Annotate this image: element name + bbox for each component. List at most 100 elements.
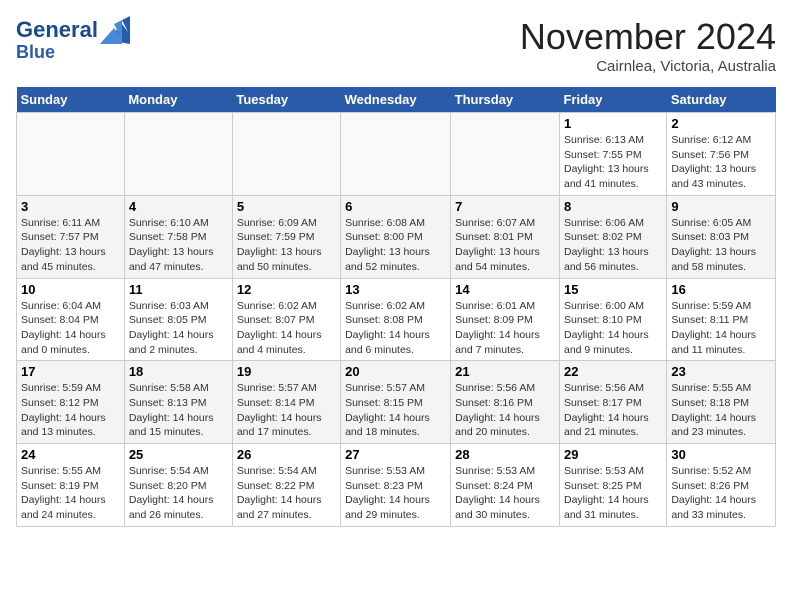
calendar-cell: 16 Sunrise: 5:59 AM Sunset: 8:11 PM Dayli… [667, 278, 776, 361]
title-block: November 2024 Cairnlea, Victoria, Austra… [520, 16, 776, 75]
day-info: Sunrise: 6:03 AM Sunset: 8:05 PM Dayligh… [129, 299, 228, 358]
calendar-cell [232, 113, 340, 196]
weekday-header-friday: Friday [559, 87, 666, 113]
day-info: Sunrise: 5:59 AM Sunset: 8:12 PM Dayligh… [21, 381, 120, 440]
day-number: 17 [21, 364, 120, 379]
location: Cairnlea, Victoria, Australia [520, 58, 776, 75]
weekday-header-wednesday: Wednesday [341, 87, 451, 113]
calendar-cell: 9 Sunrise: 6:05 AM Sunset: 8:03 PM Daylig… [667, 195, 776, 278]
day-info: Sunrise: 5:57 AM Sunset: 8:14 PM Dayligh… [237, 381, 336, 440]
day-number: 30 [671, 447, 771, 462]
day-info: Sunrise: 6:13 AM Sunset: 7:55 PM Dayligh… [564, 133, 662, 192]
day-number: 16 [671, 282, 771, 297]
day-number: 7 [455, 199, 555, 214]
day-info: Sunrise: 5:56 AM Sunset: 8:16 PM Dayligh… [455, 381, 555, 440]
day-info: Sunrise: 5:53 AM Sunset: 8:25 PM Dayligh… [564, 464, 662, 523]
day-info: Sunrise: 5:57 AM Sunset: 8:15 PM Dayligh… [345, 381, 446, 440]
day-number: 18 [129, 364, 228, 379]
day-info: Sunrise: 6:02 AM Sunset: 8:07 PM Dayligh… [237, 299, 336, 358]
calendar-cell: 30 Sunrise: 5:52 AM Sunset: 8:26 PM Dayli… [667, 444, 776, 527]
day-number: 19 [237, 364, 336, 379]
calendar-cell: 14 Sunrise: 6:01 AM Sunset: 8:09 PM Dayli… [451, 278, 560, 361]
weekday-header-tuesday: Tuesday [232, 87, 340, 113]
weekday-header-thursday: Thursday [451, 87, 560, 113]
calendar-cell [124, 113, 232, 196]
calendar-cell: 3 Sunrise: 6:11 AM Sunset: 7:57 PM Daylig… [17, 195, 125, 278]
calendar-cell: 21 Sunrise: 5:56 AM Sunset: 8:16 PM Dayli… [451, 361, 560, 444]
calendar-cell [341, 113, 451, 196]
day-number: 5 [237, 199, 336, 214]
day-number: 24 [21, 447, 120, 462]
calendar-cell: 27 Sunrise: 5:53 AM Sunset: 8:23 PM Dayli… [341, 444, 451, 527]
calendar-cell: 25 Sunrise: 5:54 AM Sunset: 8:20 PM Dayli… [124, 444, 232, 527]
day-info: Sunrise: 5:54 AM Sunset: 8:20 PM Dayligh… [129, 464, 228, 523]
day-number: 6 [345, 199, 446, 214]
day-number: 27 [345, 447, 446, 462]
calendar-cell: 12 Sunrise: 6:02 AM Sunset: 8:07 PM Dayli… [232, 278, 340, 361]
day-number: 1 [564, 116, 662, 131]
day-number: 20 [345, 364, 446, 379]
weekday-header-saturday: Saturday [667, 87, 776, 113]
calendar-cell: 15 Sunrise: 6:00 AM Sunset: 8:10 PM Dayli… [559, 278, 666, 361]
calendar-cell: 23Sunrise: 5:55 AM Sunset: 8:18 PM Dayli… [667, 361, 776, 444]
day-number: 15 [564, 282, 662, 297]
calendar-cell: 1 Sunrise: 6:13 AM Sunset: 7:55 PM Daylig… [559, 113, 666, 196]
day-info: Sunrise: 6:10 AM Sunset: 7:58 PM Dayligh… [129, 216, 228, 275]
calendar-table: SundayMondayTuesdayWednesdayThursdayFrid… [16, 87, 776, 527]
day-number: 2 [671, 116, 771, 131]
day-number: 9 [671, 199, 771, 214]
day-info: Sunrise: 6:11 AM Sunset: 7:57 PM Dayligh… [21, 216, 120, 275]
day-number: 11 [129, 282, 228, 297]
day-info: Sunrise: 6:07 AM Sunset: 8:01 PM Dayligh… [455, 216, 555, 275]
day-info: Sunrise: 6:12 AM Sunset: 7:56 PM Dayligh… [671, 133, 771, 192]
day-info: Sunrise: 5:52 AM Sunset: 8:26 PM Dayligh… [671, 464, 771, 523]
calendar-cell: 11 Sunrise: 6:03 AM Sunset: 8:05 PM Dayli… [124, 278, 232, 361]
day-number: 12 [237, 282, 336, 297]
day-info: Sunrise: 5:53 AM Sunset: 8:24 PM Dayligh… [455, 464, 555, 523]
day-info: Sunrise: 6:05 AM Sunset: 8:03 PM Dayligh… [671, 216, 771, 275]
day-number: 23 [671, 364, 771, 379]
day-number: 10 [21, 282, 120, 297]
calendar-cell: 6 Sunrise: 6:08 AM Sunset: 8:00 PM Daylig… [341, 195, 451, 278]
day-number: 21 [455, 364, 555, 379]
calendar-cell [451, 113, 560, 196]
calendar-cell: 8Sunrise: 6:06 AM Sunset: 8:02 PM Daylig… [559, 195, 666, 278]
calendar-cell: 19 Sunrise: 5:57 AM Sunset: 8:14 PM Dayli… [232, 361, 340, 444]
logo: General Blue [16, 16, 130, 63]
day-number: 3 [21, 199, 120, 214]
day-number: 22 [564, 364, 662, 379]
calendar-cell [17, 113, 125, 196]
day-number: 28 [455, 447, 555, 462]
calendar-cell: 24Sunrise: 5:55 AM Sunset: 8:19 PM Dayli… [17, 444, 125, 527]
day-info: Sunrise: 6:08 AM Sunset: 8:00 PM Dayligh… [345, 216, 446, 275]
day-info: Sunrise: 5:53 AM Sunset: 8:23 PM Dayligh… [345, 464, 446, 523]
page-header: General Blue November 2024 Cairnlea, Vic… [16, 16, 776, 75]
day-number: 25 [129, 447, 228, 462]
day-info: Sunrise: 6:01 AM Sunset: 8:09 PM Dayligh… [455, 299, 555, 358]
day-number: 14 [455, 282, 555, 297]
day-info: Sunrise: 6:04 AM Sunset: 8:04 PM Dayligh… [21, 299, 120, 358]
month-title: November 2024 [520, 16, 776, 58]
day-number: 4 [129, 199, 228, 214]
day-info: Sunrise: 5:58 AM Sunset: 8:13 PM Dayligh… [129, 381, 228, 440]
logo-icon [100, 16, 130, 44]
weekday-header-monday: Monday [124, 87, 232, 113]
day-info: Sunrise: 5:59 AM Sunset: 8:11 PM Dayligh… [671, 299, 771, 358]
day-number: 26 [237, 447, 336, 462]
calendar-cell: 28 Sunrise: 5:53 AM Sunset: 8:24 PM Dayli… [451, 444, 560, 527]
logo-line2: Blue [16, 42, 130, 63]
calendar-cell: 26 Sunrise: 5:54 AM Sunset: 8:22 PM Dayli… [232, 444, 340, 527]
calendar-cell: 7 Sunrise: 6:07 AM Sunset: 8:01 PM Daylig… [451, 195, 560, 278]
day-info: Sunrise: 6:00 AM Sunset: 8:10 PM Dayligh… [564, 299, 662, 358]
calendar-cell: 10 Sunrise: 6:04 AM Sunset: 8:04 PM Dayli… [17, 278, 125, 361]
day-info: Sunrise: 5:54 AM Sunset: 8:22 PM Dayligh… [237, 464, 336, 523]
day-number: 13 [345, 282, 446, 297]
day-number: 8 [564, 199, 662, 214]
weekday-header-sunday: Sunday [17, 87, 125, 113]
calendar-cell: 20 Sunrise: 5:57 AM Sunset: 8:15 PM Dayli… [341, 361, 451, 444]
calendar-cell: 13 Sunrise: 6:02 AM Sunset: 8:08 PM Dayli… [341, 278, 451, 361]
calendar-cell: 22Sunrise: 5:56 AM Sunset: 8:17 PM Dayli… [559, 361, 666, 444]
calendar-cell: 18 Sunrise: 5:58 AM Sunset: 8:13 PM Dayli… [124, 361, 232, 444]
day-info: Sunrise: 6:09 AM Sunset: 7:59 PM Dayligh… [237, 216, 336, 275]
day-info: Sunrise: 6:02 AM Sunset: 8:08 PM Dayligh… [345, 299, 446, 358]
